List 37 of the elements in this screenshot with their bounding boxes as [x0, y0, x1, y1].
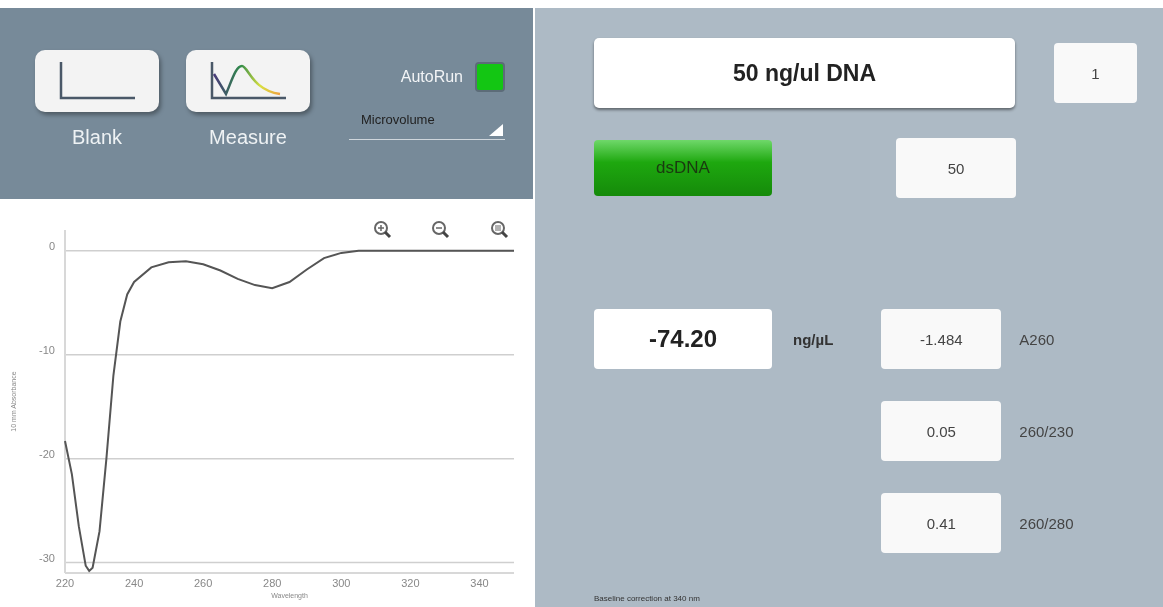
y-tick-label: -30 [39, 551, 55, 564]
reading-value: 0.05 [881, 401, 1002, 461]
sample-name-field[interactable]: 50 ng/ul DNA [594, 38, 1015, 108]
dropdown-corner-icon [489, 124, 503, 136]
flat-line-graph-icon [57, 60, 137, 102]
x-tick-label: 340 [470, 577, 489, 589]
mode-dropdown[interactable]: Microvolume [349, 112, 505, 140]
autorun-checkbox[interactable] [475, 62, 505, 92]
blank-label: Blank [72, 126, 122, 149]
sample-number-field[interactable]: 1 [1054, 43, 1137, 103]
dna-type-button[interactable]: dsDNA [594, 140, 772, 196]
x-tick-label: 220 [55, 577, 75, 589]
measure-label: Measure [209, 126, 287, 149]
y-tick-label: 0 [48, 239, 55, 252]
zoom-out-icon[interactable] [432, 221, 450, 239]
concentration-unit: ng/µL [793, 330, 834, 348]
y-tick-label: -20 [39, 447, 55, 460]
baseline-note: Baseline correction at 340 nm [594, 594, 700, 603]
reading-label: 260/280 [1019, 514, 1074, 532]
reading-value: -1.484 [881, 309, 1002, 369]
reading-label: 260/230 [1019, 422, 1074, 440]
factor-field[interactable]: 50 [896, 138, 1016, 198]
x-tick-label: 240 [124, 577, 144, 589]
measure-button[interactable] [186, 50, 310, 112]
x-tick-label: 300 [332, 577, 351, 589]
concentration-value: -74.20 [594, 309, 772, 369]
x-tick-label: 320 [401, 577, 420, 589]
x-tick-label: 280 [263, 577, 282, 589]
peak-graph-icon [208, 60, 288, 102]
x-tick-label: 260 [193, 577, 213, 589]
blank-button[interactable] [35, 50, 159, 112]
zoom-in-icon[interactable] [374, 221, 392, 239]
autorun-label: AutoRun [400, 68, 463, 86]
zoom-reset-icon[interactable] [491, 221, 509, 239]
reading-label: A260 [1019, 330, 1055, 348]
reading-value: 0.41 [881, 493, 1002, 553]
y-tick-label: -10 [39, 343, 55, 356]
